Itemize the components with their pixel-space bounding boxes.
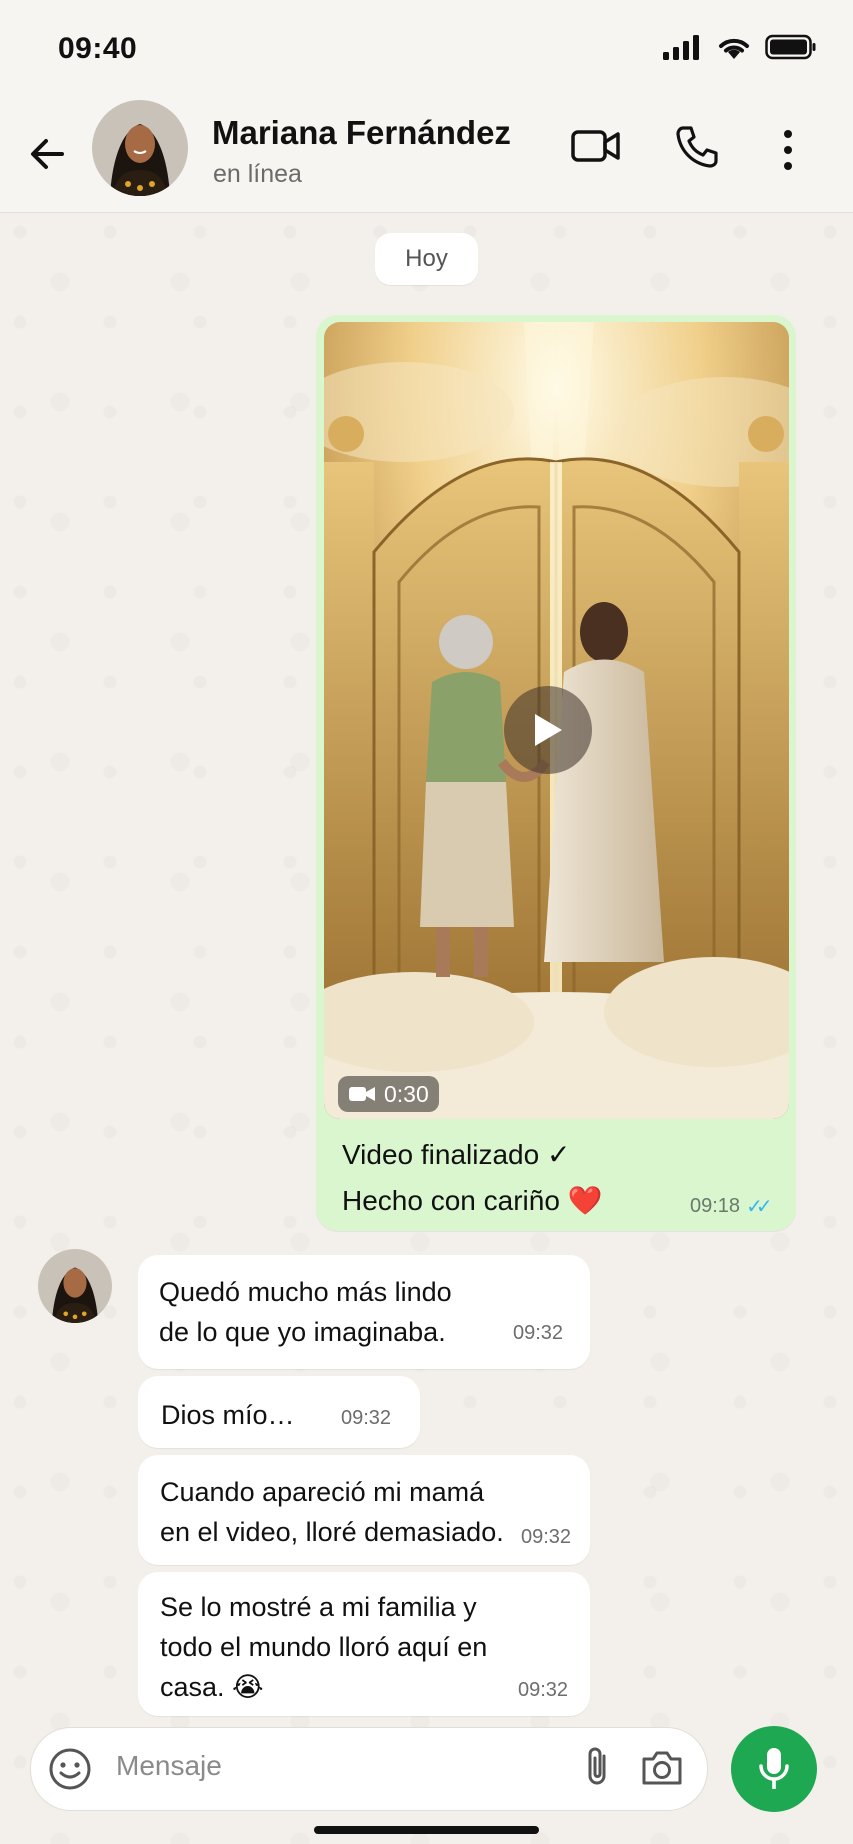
home-indicator	[314, 1826, 539, 1834]
incoming-message-time: 09:32	[518, 1679, 569, 1701]
video-camera-icon	[349, 1087, 375, 1101]
play-button[interactable]	[504, 686, 592, 774]
phone-icon[interactable]	[674, 124, 720, 170]
contact-avatar[interactable]	[92, 100, 188, 196]
more-options-icon[interactable]	[780, 128, 796, 172]
voice-message-button[interactable]	[731, 1726, 817, 1812]
incoming-message-time: 09:32	[521, 1526, 572, 1548]
incoming-message-text: Quedó mucho más lindo de lo que yo imagi…	[159, 1277, 452, 1347]
contact-status: en línea	[213, 160, 302, 188]
battery-icon	[765, 34, 816, 60]
incoming-message-text: Se lo mostré a mi familia y todo el mund…	[160, 1592, 488, 1702]
incoming-message-time: 09:32	[341, 1407, 392, 1429]
status-time: 09:40	[58, 32, 138, 65]
wifi-icon	[719, 38, 749, 59]
play-icon	[535, 714, 562, 746]
outgoing-meta: 09:18 ✓✓	[690, 1194, 772, 1219]
incoming-message-text: Cuando apareció mi mamá en el video, llo…	[160, 1477, 504, 1547]
camera-icon[interactable]	[640, 1749, 684, 1787]
status-icons	[663, 34, 817, 60]
signal-icon	[663, 35, 699, 60]
outgoing-caption-line1: Video finalizado ✓	[342, 1139, 571, 1170]
video-duration: 0:30	[384, 1080, 429, 1107]
emoji-icon[interactable]	[48, 1747, 92, 1791]
outgoing-caption-line2: Hecho con cariño ❤️	[342, 1185, 603, 1216]
status-bar: 09:40	[0, 0, 853, 100]
video-duration-badge: 0:30	[338, 1076, 439, 1112]
sender-avatar[interactable]	[38, 1249, 112, 1323]
incoming-message-text: Dios mío…	[161, 1400, 295, 1430]
contact-name[interactable]: Mariana Fernández	[212, 114, 511, 152]
mic-icon	[759, 1748, 789, 1789]
video-call-icon[interactable]	[571, 126, 621, 166]
attach-icon[interactable]	[582, 1744, 612, 1790]
outgoing-time: 09:18	[690, 1195, 741, 1217]
read-receipt-icon: ✓✓	[746, 1196, 772, 1218]
incoming-message-time: 09:32	[513, 1322, 564, 1344]
back-arrow-icon[interactable]	[24, 130, 72, 178]
date-chip: Hoy	[375, 233, 478, 285]
message-input[interactable]: Mensaje	[116, 1750, 222, 1782]
